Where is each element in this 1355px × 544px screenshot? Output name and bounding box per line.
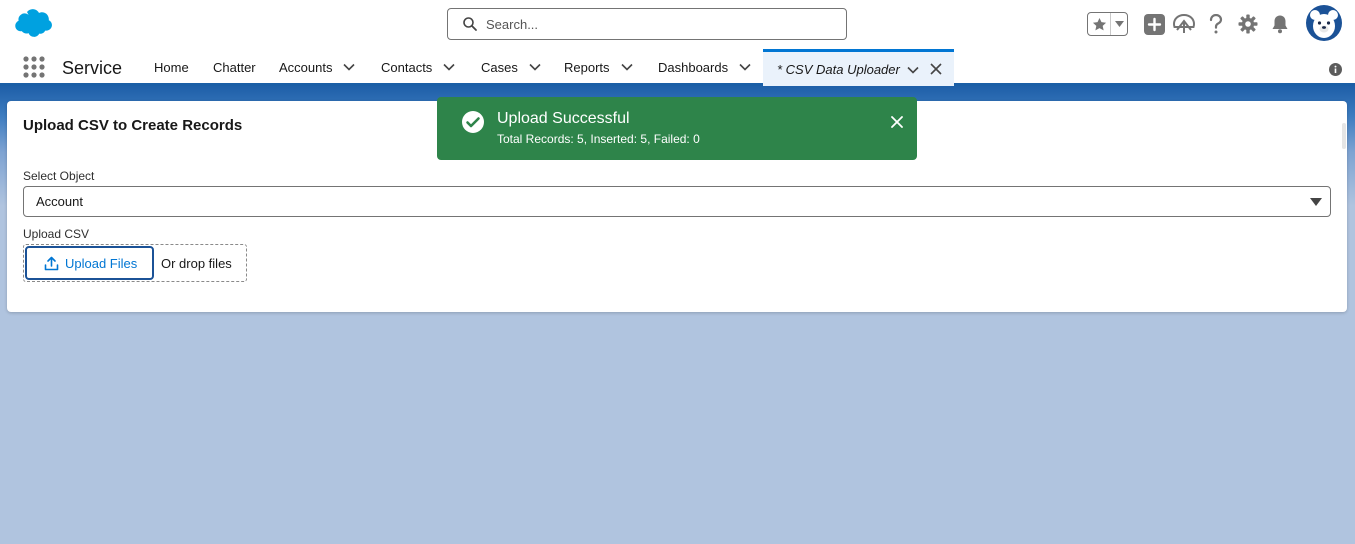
nav-item-dashboards[interactable]: Dashboards [658, 48, 752, 86]
upload-icon [44, 256, 59, 270]
chevron-down-icon[interactable] [738, 60, 752, 74]
nav-item-label: Home [154, 59, 189, 75]
favorites-star-icon[interactable] [1088, 13, 1112, 35]
upload-csv-label: Upload CSV [23, 227, 90, 241]
select-object-combobox[interactable]: Account [23, 186, 1331, 217]
nav-item-home[interactable]: Home [154, 48, 189, 86]
global-actions-icon[interactable] [1143, 13, 1165, 35]
upload-files-label: Upload Files [65, 255, 138, 271]
nav-item-cases[interactable]: Cases [481, 48, 542, 86]
success-check-icon [462, 111, 484, 133]
search-input[interactable] [486, 16, 826, 32]
success-toast: Upload Successful Total Records: 5, Inse… [437, 97, 917, 160]
nav-tab-csv-data-uploader[interactable]: * CSV Data Uploader [763, 49, 954, 86]
select-object-value: Account [36, 194, 83, 209]
favorites-dropdown-icon[interactable] [1111, 13, 1127, 35]
nav-item-label: Contacts [381, 59, 433, 75]
app-nav-bar: Service Home Chatter Accounts Contacts C… [0, 48, 1355, 86]
dropdown-arrow-icon[interactable] [1310, 197, 1322, 207]
salesforce-logo-icon[interactable] [10, 8, 52, 38]
nav-item-label: Accounts [279, 59, 333, 75]
app-launcher-icon[interactable] [23, 56, 45, 78]
search-icon [463, 17, 477, 31]
favorites-button[interactable] [1087, 12, 1128, 36]
user-avatar[interactable] [1306, 5, 1342, 41]
chevron-down-icon[interactable] [342, 60, 356, 74]
chevron-down-icon[interactable] [442, 60, 456, 74]
card-title: Upload CSV to Create Records [23, 117, 243, 134]
nav-item-label: Chatter [213, 59, 256, 75]
trailhead-icon[interactable] [1173, 13, 1195, 35]
nav-item-chatter[interactable]: Chatter [213, 48, 256, 86]
toast-message: Total Records: 5, Inserted: 5, Failed: 0 [497, 132, 700, 146]
upload-files-button[interactable]: Upload Files [25, 246, 154, 280]
nav-item-reports[interactable]: Reports [564, 48, 634, 86]
drop-files-text: Or drop files [161, 256, 232, 271]
global-search[interactable] [447, 8, 847, 40]
toast-title: Upload Successful [497, 110, 630, 127]
chevron-down-icon[interactable] [620, 60, 634, 74]
nav-item-label: Reports [564, 59, 610, 75]
close-tab-icon[interactable] [929, 62, 943, 76]
file-dropzone[interactable]: Upload Files Or drop files [23, 244, 247, 282]
scrollbar-thumb[interactable] [1342, 123, 1346, 149]
chevron-down-icon[interactable] [528, 60, 542, 74]
nav-item-contacts[interactable]: Contacts [381, 48, 456, 86]
notifications-bell-icon[interactable] [1269, 13, 1291, 35]
setup-gear-icon[interactable] [1237, 13, 1259, 35]
nav-tab-label: * CSV Data Uploader [777, 61, 900, 77]
select-object-label: Select Object [23, 169, 95, 183]
chevron-down-icon[interactable] [906, 63, 920, 77]
help-icon[interactable] [1205, 13, 1227, 35]
bear-avatar-icon [1310, 10, 1338, 38]
app-name: Service [62, 58, 123, 78]
close-icon[interactable] [890, 115, 904, 129]
info-icon[interactable] [1329, 63, 1342, 76]
nav-item-accounts[interactable]: Accounts [279, 48, 356, 86]
nav-item-label: Dashboards [658, 59, 729, 75]
nav-item-label: Cases [481, 59, 518, 75]
global-header [0, 0, 1355, 48]
